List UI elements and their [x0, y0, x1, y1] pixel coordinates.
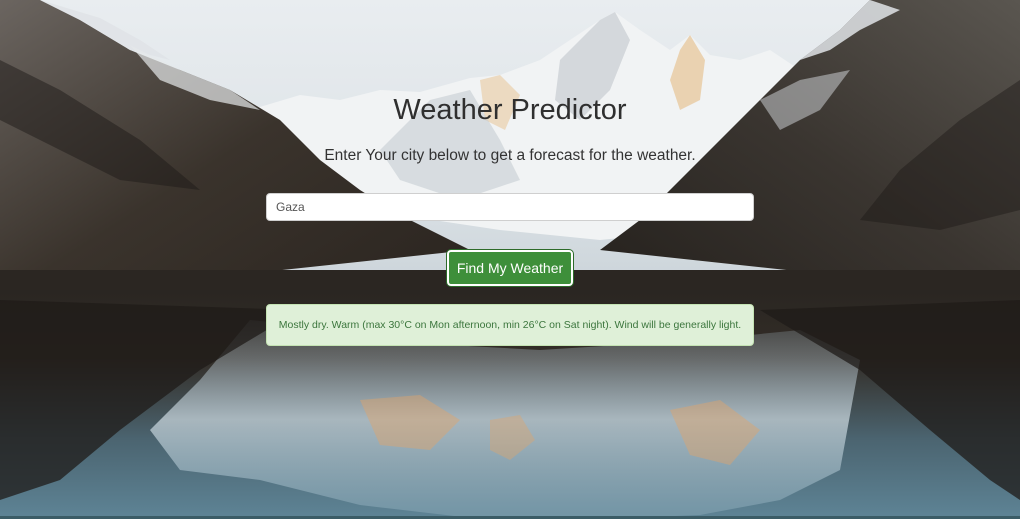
- forecast-result-text: Mostly dry. Warm (max 30°C on Mon aftern…: [278, 319, 742, 331]
- forecast-result-alert: Mostly dry. Warm (max 30°C on Mon aftern…: [266, 304, 754, 346]
- main-content: Weather Predictor Enter Your city below …: [0, 0, 1020, 519]
- page-subtitle: Enter Your city below to get a forecast …: [324, 147, 696, 164]
- find-my-weather-button[interactable]: Find My Weather: [447, 250, 573, 286]
- page-title: Weather Predictor: [393, 94, 627, 126]
- city-search-input[interactable]: [266, 193, 754, 221]
